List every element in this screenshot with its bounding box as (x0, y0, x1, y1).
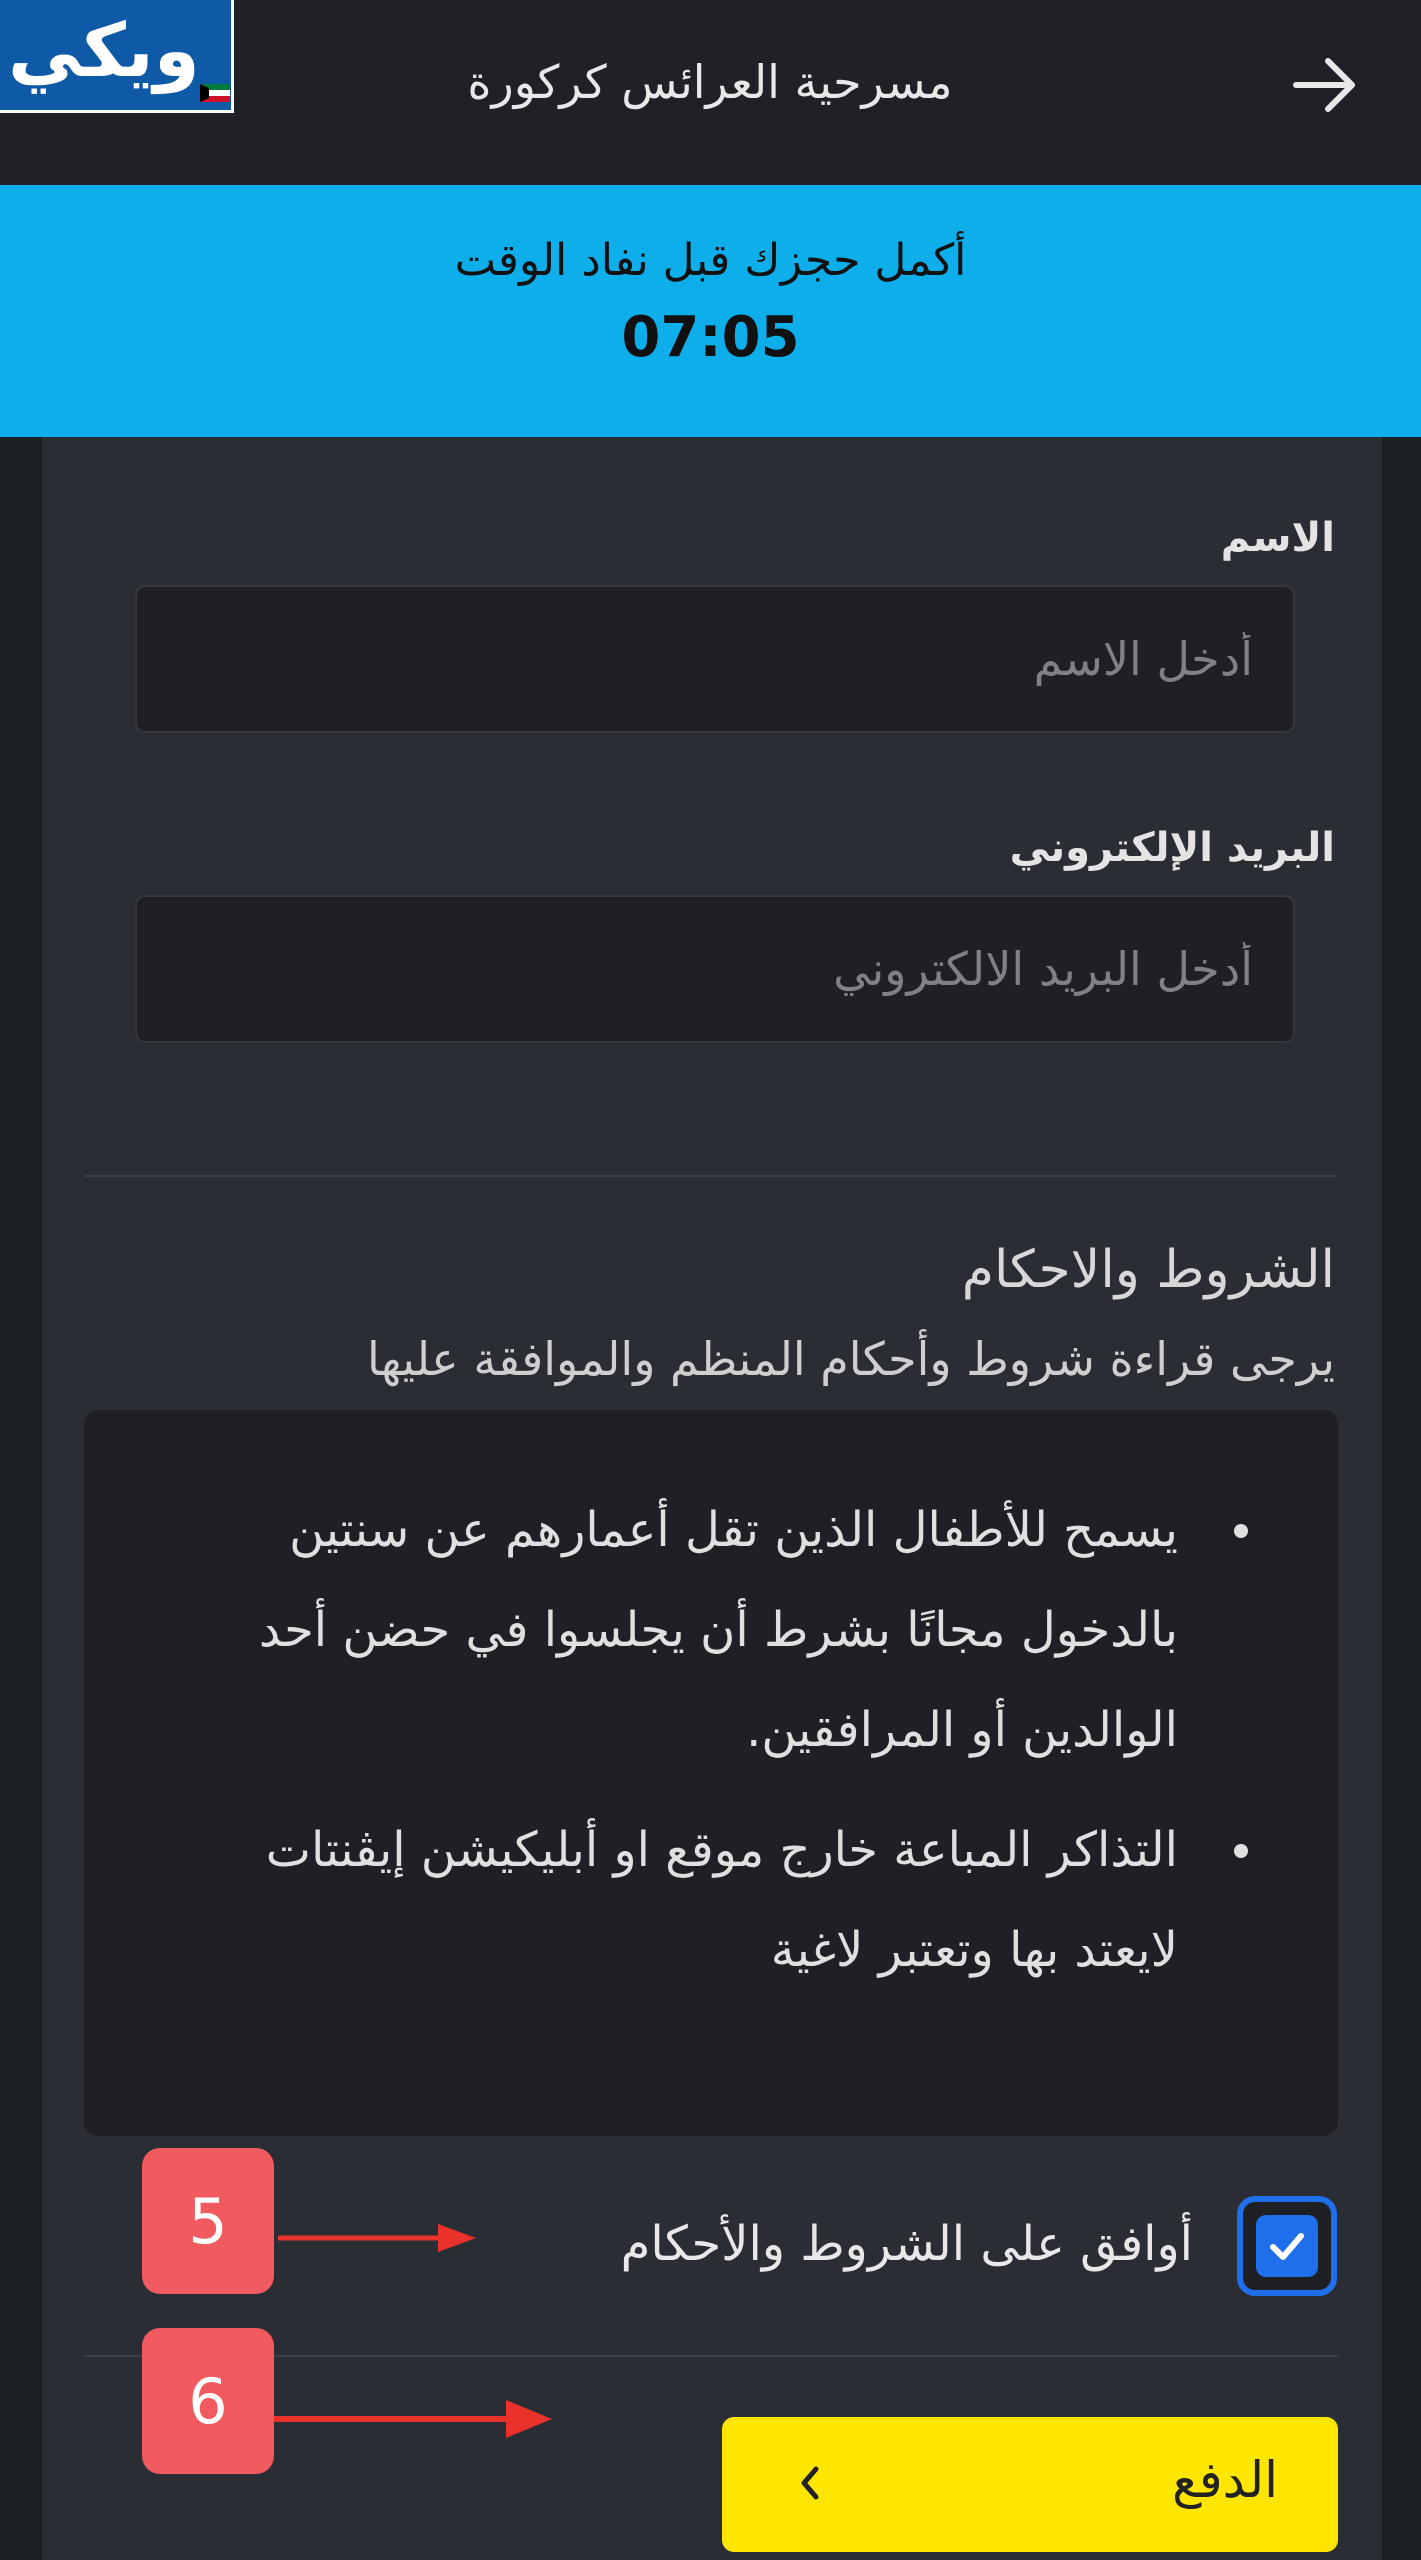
page-title: مسرحية العرائس كركورة (467, 55, 953, 109)
checkbox-fill (1256, 2215, 1318, 2277)
step-5-arrow-icon (278, 2224, 476, 2252)
agree-checkbox[interactable] (1237, 2196, 1337, 2296)
step-5-badge: 5 (142, 2148, 274, 2294)
terms-list: يسمح للأطفال الذين تقل أعمارهم عن سنتين … (198, 1480, 1248, 2020)
terms-item: يسمح للأطفال الذين تقل أعمارهم عن سنتين … (198, 1480, 1248, 1780)
terms-item-text: يسمح للأطفال الذين تقل أعمارهم عن سنتين … (258, 1502, 1178, 1758)
email-input[interactable] (135, 895, 1295, 1043)
bullet-icon (1234, 1844, 1248, 1858)
pay-label: الدفع (1172, 2451, 1278, 2509)
arrow-right-icon (1293, 58, 1355, 112)
name-input[interactable] (135, 585, 1295, 733)
back-button[interactable] (1270, 40, 1380, 130)
section-divider (84, 1175, 1338, 1177)
step-6-badge: 6 (142, 2328, 274, 2474)
terms-subtitle: يرجى قراءة شروط وأحكام المنظم والموافقة … (366, 1332, 1335, 1386)
logo-text: ويكي (8, 8, 200, 94)
agree-label[interactable]: أوافق على الشروط والأحكام (621, 2216, 1193, 2272)
terms-item: التذاكر المباعة خارج موقع او أبليكيشن إي… (198, 1800, 1248, 2000)
pay-button[interactable]: الدفع (722, 2417, 1338, 2552)
timer-label: أكمل حجزك قبل نفاد الوقت (454, 235, 967, 286)
timer-banner: أكمل حجزك قبل نفاد الوقت 07:05 (0, 185, 1421, 437)
countdown-timer: 07:05 (621, 305, 800, 370)
flag-icon (200, 84, 230, 102)
name-label: الاسم (1220, 515, 1335, 561)
bullet-icon (1234, 1524, 1248, 1538)
app-header: ويكي مسرحية العرائس كركورة (0, 0, 1421, 185)
terms-title: الشروط والاحكام (961, 1240, 1335, 1300)
check-icon (1270, 2233, 1304, 2260)
terms-scroll-box[interactable]: يسمح للأطفال الذين تقل أعمارهم عن سنتين … (84, 1410, 1338, 2136)
terms-item-text: التذاكر المباعة خارج موقع او أبليكيشن إي… (265, 1822, 1178, 1978)
chevron-left-icon (801, 2466, 819, 2500)
email-label: البريد الإلكتروني (1009, 825, 1335, 871)
step-6-arrow-icon (274, 2400, 552, 2438)
site-logo: ويكي (0, 0, 234, 113)
